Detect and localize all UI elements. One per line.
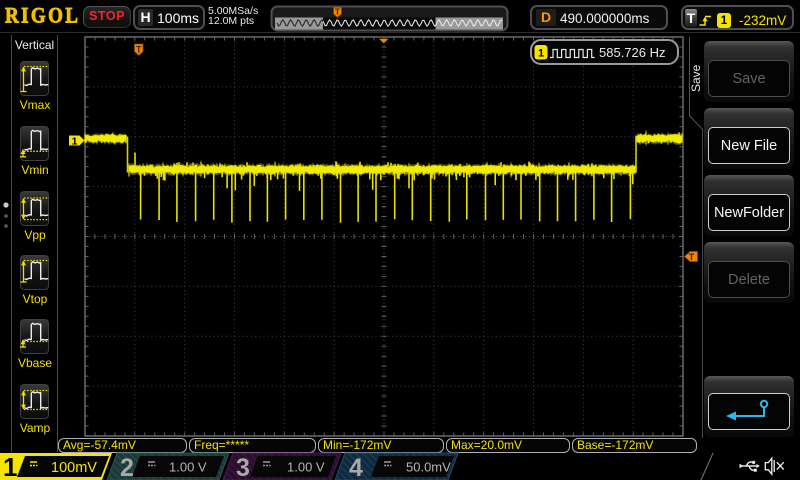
- svg-text:3: 3: [236, 454, 250, 480]
- svg-text:585.726 Hz: 585.726 Hz: [599, 45, 666, 60]
- svg-text:1.00 V: 1.00 V: [287, 460, 325, 475]
- svg-text:1: 1: [538, 48, 544, 60]
- svg-text:T: T: [136, 45, 142, 55]
- svg-text:T: T: [689, 252, 695, 262]
- svg-text:2: 2: [120, 454, 134, 480]
- svg-text:50.0mV: 50.0mV: [406, 460, 451, 475]
- svg-text:100mV: 100mV: [51, 460, 97, 476]
- svg-text:1: 1: [72, 136, 78, 148]
- svg-text:4: 4: [349, 454, 363, 480]
- svg-text:1: 1: [3, 452, 17, 480]
- svg-text:1.00 V: 1.00 V: [169, 460, 207, 475]
